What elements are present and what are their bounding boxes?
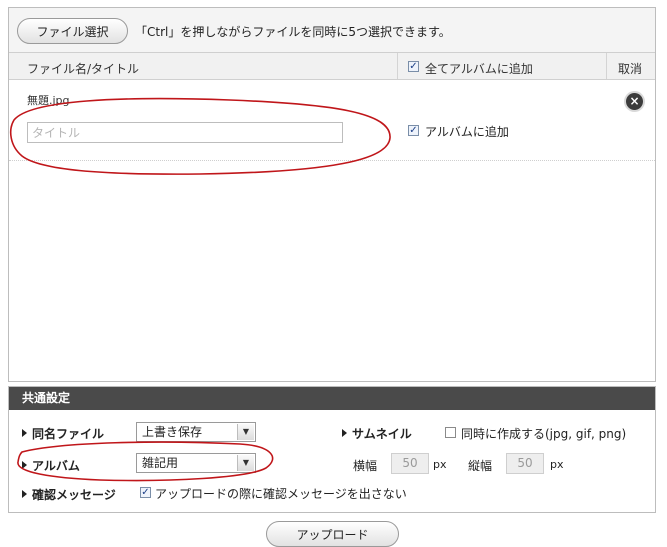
file-select-button[interactable]: ファイル選択 — [17, 18, 128, 44]
chevron-down-icon[interactable]: ▼ — [237, 424, 254, 440]
check-icon: ✓ — [409, 125, 418, 136]
close-circle-icon[interactable]: × — [626, 93, 643, 110]
width-input[interactable]: 50 — [391, 453, 429, 474]
confirm-message-checkbox[interactable]: ✓ — [140, 487, 151, 498]
thumbnail-checkbox-label: 同時に作成する(jpg, gif, png) — [461, 427, 627, 441]
same-name-label: 同名ファイル — [22, 425, 104, 442]
check-icon: ✓ — [409, 61, 418, 72]
upload-panel: ファイル選択 「Ctrl」を押しながらファイルを同時に5つ選択できます。 ファイ… — [8, 7, 656, 382]
add-all-label: 全てアルバムに追加 — [425, 62, 533, 76]
width-label: 横幅 — [353, 459, 378, 473]
chevron-down-icon[interactable]: ▼ — [237, 455, 254, 471]
column-separator — [606, 53, 607, 79]
settings-header: 共通設定 — [9, 387, 655, 410]
triangle-right-icon — [22, 429, 27, 437]
confirm-message-checkbox-label: アップロードの際に確認メッセージを出さない — [155, 487, 407, 501]
file-list-header: ファイル名/タイトル ✓ 全てアルバムに追加 取消 — [9, 53, 655, 80]
common-settings-panel: 共通設定 同名ファイル 上書き保存 ▼ アルバム 雑記用 ▼ 確認メッセージ ✓… — [8, 386, 656, 513]
height-label: 縦幅 — [468, 459, 493, 473]
check-icon: ✓ — [141, 487, 150, 498]
upload-button[interactable]: アップロード — [266, 521, 399, 547]
album-select[interactable]: 雑記用 ▼ — [136, 453, 256, 473]
height-input[interactable]: 50 — [506, 453, 544, 474]
thumbnail-label: サムネイル — [342, 425, 412, 442]
width-unit: px — [433, 458, 447, 471]
height-unit: px — [550, 458, 564, 471]
same-name-select[interactable]: 上書き保存 ▼ — [136, 422, 256, 442]
column-cancel: 取消 — [618, 62, 643, 76]
upload-toolbar: ファイル選択 「Ctrl」を押しながらファイルを同時に5つ選択できます。 — [9, 8, 655, 53]
file-row: 無題.jpg ✓ アルバムに追加 × — [9, 80, 655, 161]
column-separator — [397, 53, 398, 79]
add-to-album-label: アルバムに追加 — [425, 125, 509, 139]
add-all-checkbox[interactable]: ✓ — [408, 61, 419, 72]
file-name: 無題.jpg — [27, 94, 70, 107]
triangle-right-icon — [22, 461, 27, 469]
album-label: アルバム — [22, 457, 80, 474]
title-input[interactable] — [27, 122, 343, 143]
thumbnail-checkbox[interactable] — [445, 427, 456, 438]
column-file-title: ファイル名/タイトル — [27, 62, 140, 76]
triangle-right-icon — [22, 490, 27, 498]
multi-select-hint: 「Ctrl」を押しながらファイルを同時に5つ選択できます。 — [135, 25, 451, 39]
add-to-album-checkbox[interactable]: ✓ — [408, 125, 419, 136]
confirm-message-label: 確認メッセージ — [22, 486, 116, 503]
triangle-right-icon — [342, 429, 347, 437]
